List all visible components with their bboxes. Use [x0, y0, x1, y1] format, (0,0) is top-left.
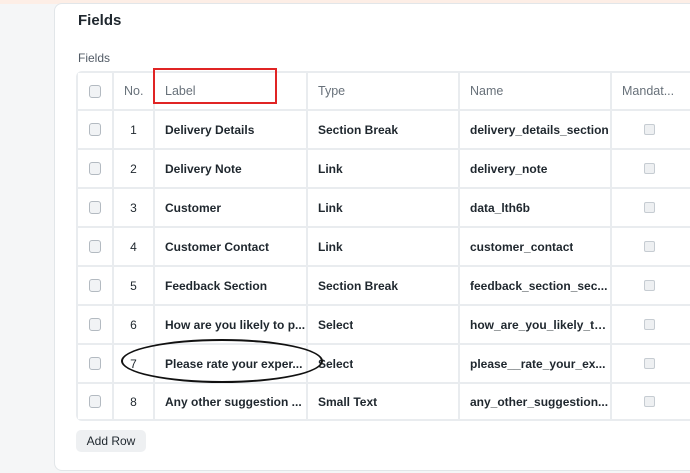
fields-table-label: Fields — [78, 51, 111, 65]
col-header-no: No. — [114, 73, 153, 109]
row-name[interactable]: please__rate_your_ex... — [460, 345, 610, 382]
row-checkbox[interactable] — [89, 123, 101, 136]
col-header-type[interactable]: Type — [308, 73, 458, 109]
row-select-cell — [78, 345, 112, 382]
col-header-mandatory[interactable]: Mandat... — [612, 73, 690, 109]
row-select-cell — [78, 111, 112, 148]
mandatory-checkbox[interactable] — [643, 241, 655, 252]
mandatory-checkbox[interactable] — [643, 202, 655, 213]
row-no: 4 — [114, 228, 153, 265]
col-header-no-label: No. — [124, 84, 144, 98]
annotation-rectangle — [153, 68, 277, 104]
row-type[interactable]: Section Break — [308, 267, 458, 304]
row-type[interactable]: Section Break — [308, 111, 458, 148]
row-checkbox[interactable] — [89, 201, 101, 214]
row-no: 3 — [114, 189, 153, 226]
row-checkbox[interactable] — [89, 279, 101, 292]
col-header-name-text: Name — [470, 84, 504, 98]
row-no: 6 — [114, 306, 153, 343]
row-mandatory-cell — [612, 306, 690, 343]
row-label[interactable]: Any other suggestion ... — [155, 384, 306, 419]
row-no: 5 — [114, 267, 153, 304]
select-all-cell — [78, 73, 112, 109]
row-name[interactable]: delivery_details_section — [460, 111, 610, 148]
row-name[interactable]: any_other_suggestion... — [460, 384, 610, 419]
row-mandatory-cell — [612, 267, 690, 304]
row-mandatory-cell — [612, 384, 690, 419]
row-select-cell — [78, 384, 112, 419]
row-select-cell — [78, 267, 112, 304]
mandatory-checkbox[interactable] — [643, 358, 655, 369]
row-type[interactable]: Link — [308, 189, 458, 226]
mandatory-checkbox[interactable] — [643, 124, 655, 135]
row-type[interactable]: Small Text — [308, 384, 458, 419]
row-mandatory-cell — [612, 228, 690, 265]
row-checkbox[interactable] — [89, 357, 101, 370]
row-select-cell — [78, 306, 112, 343]
row-name[interactable]: delivery_note — [460, 150, 610, 187]
row-select-cell — [78, 228, 112, 265]
row-label[interactable]: Customer — [155, 189, 306, 226]
row-mandatory-cell — [612, 189, 690, 226]
row-select-cell — [78, 189, 112, 226]
row-checkbox[interactable] — [89, 318, 101, 331]
section-title: Fields — [78, 12, 122, 29]
row-checkbox[interactable] — [89, 240, 101, 253]
row-mandatory-cell — [612, 111, 690, 148]
row-select-cell — [78, 150, 112, 187]
row-name[interactable]: data_lth6b — [460, 189, 610, 226]
mandatory-checkbox[interactable] — [643, 280, 655, 291]
row-type[interactable]: Link — [308, 150, 458, 187]
row-name[interactable]: customer_contact — [460, 228, 610, 265]
col-header-mandatory-text: Mandat... — [622, 84, 675, 98]
row-name[interactable]: how_are_you_likely_to... — [460, 306, 610, 343]
row-label[interactable]: Delivery Note — [155, 150, 306, 187]
row-mandatory-cell — [612, 345, 690, 382]
row-no: 8 — [114, 384, 153, 419]
row-checkbox[interactable] — [89, 162, 101, 175]
col-header-type-text: Type — [318, 84, 346, 98]
row-label[interactable]: Delivery Details — [155, 111, 306, 148]
row-no: 1 — [114, 111, 153, 148]
row-checkbox[interactable] — [89, 395, 101, 408]
mandatory-checkbox[interactable] — [643, 319, 655, 330]
row-label[interactable]: Feedback Section — [155, 267, 306, 304]
select-all-checkbox[interactable] — [89, 84, 101, 98]
row-label[interactable]: Customer Contact — [155, 228, 306, 265]
add-row-button[interactable]: Add Row — [76, 430, 146, 452]
row-type[interactable]: Link — [308, 228, 458, 265]
col-header-name[interactable]: Name — [460, 73, 610, 109]
row-mandatory-cell — [612, 150, 690, 187]
mandatory-checkbox[interactable] — [643, 396, 655, 407]
row-name[interactable]: feedback_section_sec... — [460, 267, 610, 304]
row-no: 2 — [114, 150, 153, 187]
annotation-ellipse — [121, 339, 323, 383]
mandatory-checkbox[interactable] — [643, 163, 655, 174]
row-label[interactable]: How are you likely to p... — [155, 306, 306, 343]
row-type[interactable]: Select — [308, 306, 458, 343]
row-type[interactable]: Select — [308, 345, 458, 382]
